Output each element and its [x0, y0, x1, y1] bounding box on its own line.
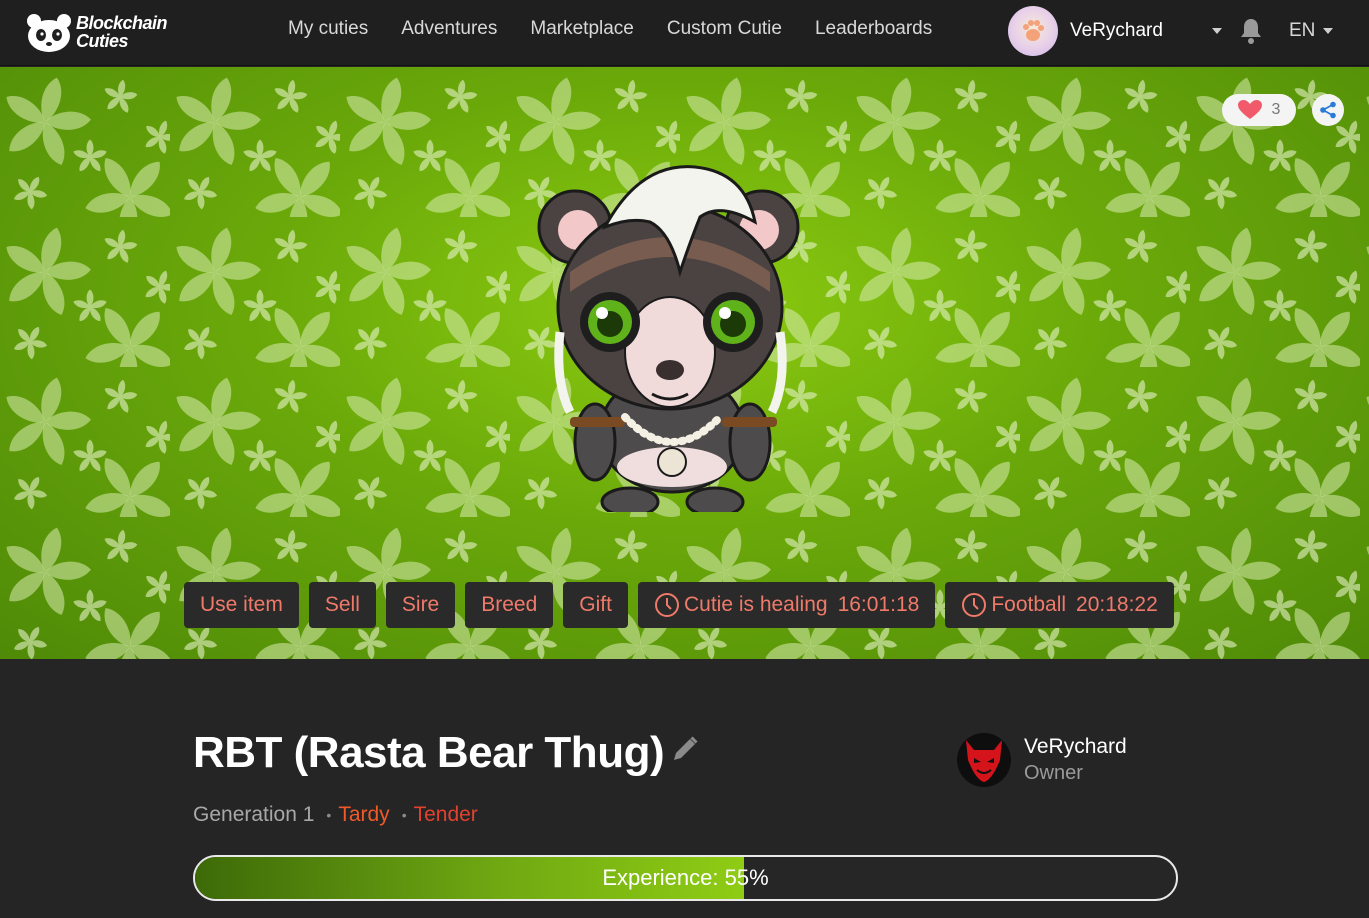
use-item-button[interactable]: Use item [184, 582, 299, 628]
football-timer-value: 20:18:22 [1076, 593, 1158, 616]
football-timer-label: Football [991, 593, 1067, 616]
breed-button[interactable]: Breed [465, 582, 554, 628]
site-logo[interactable]: Blockchain Cuties [24, 9, 174, 55]
clock-icon [962, 593, 987, 617]
user-menu-chevron-down-icon[interactable] [1212, 28, 1222, 34]
heart-icon [1237, 100, 1262, 119]
owner-name[interactable]: VeRychard [1024, 734, 1127, 760]
cutie-name: RBT (Rasta Bear Thug) [193, 728, 665, 777]
notification-bell-icon[interactable] [1239, 17, 1263, 45]
language-label: EN [1289, 20, 1316, 41]
nav-my-cuties[interactable]: My cuties [288, 18, 368, 40]
nav-adventures[interactable]: Adventures [401, 18, 497, 40]
language-selector[interactable]: EN [1289, 20, 1334, 42]
cutie-meta: Generation 1 • Tardy • Tender [193, 803, 478, 827]
chevron-down-icon [1323, 28, 1334, 34]
logo-text-line2: Cuties [76, 31, 129, 51]
share-button[interactable] [1312, 94, 1344, 126]
top-navigation-bar: Blockchain Cuties My cuties Adventures M… [0, 0, 1369, 66]
nav-marketplace[interactable]: Marketplace [530, 18, 634, 40]
user-name[interactable]: VeRychard [1070, 20, 1202, 42]
user-menu[interactable]: VeRychard [1008, 6, 1202, 56]
paw-icon [1023, 20, 1044, 41]
healing-timer-label: Cutie is healing [683, 593, 828, 616]
devil-avatar-icon [966, 740, 1002, 782]
experience-label: Experience: 55% [602, 865, 769, 890]
nav-leaderboards[interactable]: Leaderboards [815, 18, 932, 40]
owner-info[interactable]: VeRychard Owner [957, 733, 1127, 787]
healing-timer-value: 16:01:18 [837, 593, 920, 616]
sell-button[interactable]: Sell [308, 582, 376, 628]
cutie-title-row: RBT (Rasta Bear Thug) [193, 728, 700, 778]
experience-progress-bar: Experience: 55% [193, 855, 1178, 901]
sire-button[interactable]: Sire [385, 582, 456, 628]
separator-dot: • [326, 807, 332, 823]
cutie-hero-banner: 3 Use item Sell Sire Breed Gift Cutie is… [0, 67, 1369, 659]
owner-role-label: Owner [1024, 762, 1083, 784]
football-timer-button[interactable]: Football 20:18:22 [945, 582, 1174, 628]
trait-tender: Tender [413, 803, 478, 826]
like-button[interactable]: 3 [1222, 94, 1296, 126]
owner-avatar[interactable] [957, 733, 1011, 787]
separator-dot: • [401, 807, 407, 823]
nav-custom-cutie[interactable]: Custom Cutie [667, 18, 782, 40]
share-icon [1320, 101, 1336, 119]
like-count: 3 [1271, 101, 1281, 118]
clock-icon [654, 593, 679, 617]
generation-label: Generation 1 [193, 803, 315, 826]
user-avatar[interactable] [1008, 6, 1058, 56]
panda-logo-icon [27, 14, 71, 52]
cutie-action-bar: Use item Sell Sire Breed Gift Cutie is h… [184, 582, 1184, 628]
logo-text-line1: Blockchain [76, 13, 168, 33]
healing-timer-button[interactable]: Cutie is healing 16:01:18 [637, 582, 936, 628]
edit-pencil-icon[interactable] [670, 734, 700, 764]
gift-button[interactable]: Gift [563, 582, 628, 628]
trait-tardy: Tardy [338, 803, 390, 826]
cutie-character-image [537, 165, 800, 512]
main-nav: My cuties Adventures Marketplace Custom … [288, 18, 965, 40]
